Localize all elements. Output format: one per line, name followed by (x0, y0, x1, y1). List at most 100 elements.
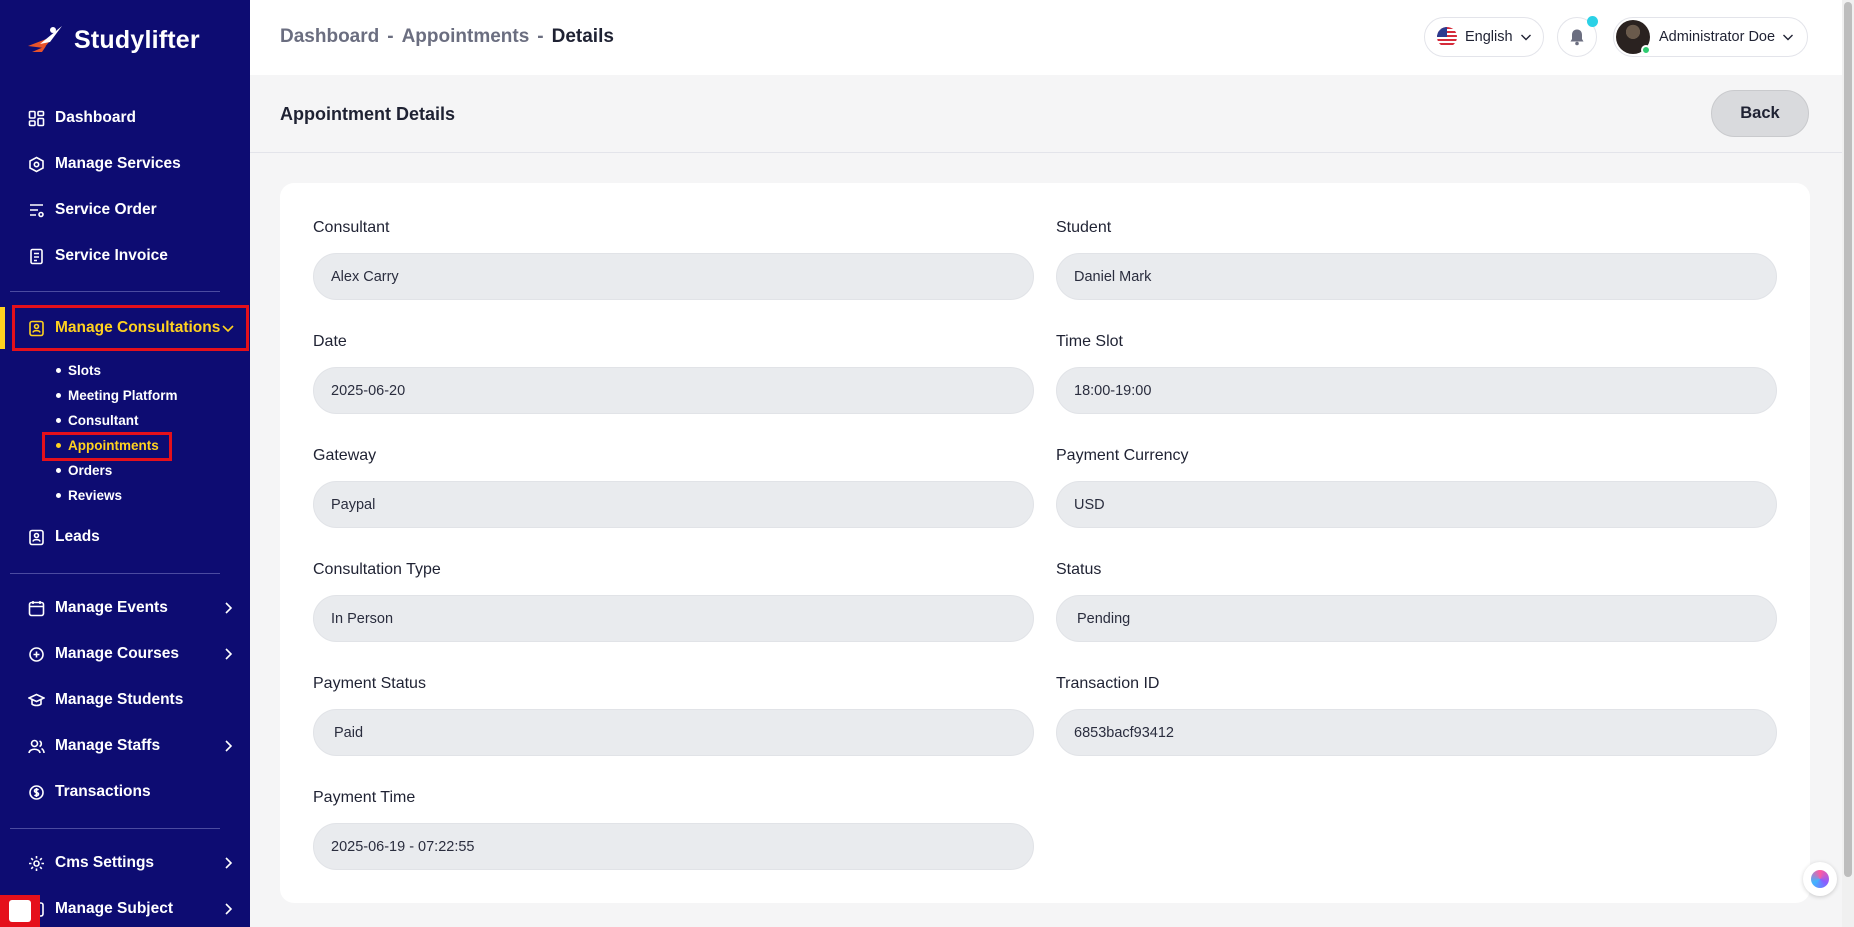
settings-icon (28, 855, 45, 872)
sidebar-item-manage-students[interactable]: Manage Students (0, 680, 250, 720)
sidebar-item-label: Manage Services (55, 155, 181, 172)
sidebar-item-manage-staffs[interactable]: Manage Staffs (0, 726, 250, 766)
sidebar-item-leads[interactable]: Leads (0, 517, 250, 557)
consultation-type-field: Consultation Type In Person (313, 561, 1034, 642)
sidebar-item-label: Manage Students (55, 691, 184, 708)
field-label: Consultation Type (313, 561, 441, 578)
debug-bar-icon[interactable] (0, 895, 40, 927)
sidebar-item-manage-services[interactable]: Manage Services (0, 144, 250, 184)
sidebar-item-label: Manage Subject (55, 900, 173, 917)
field-label: Time Slot (1056, 333, 1123, 350)
payment-time-field: Payment Time 2025-06-19 - 07:22:55 (313, 789, 1034, 870)
chevron-right-icon (225, 903, 233, 915)
consultant-input[interactable]: Alex Carry (313, 253, 1034, 300)
chevron-right-icon (225, 740, 233, 752)
breadcrumb-dashboard[interactable]: Dashboard (280, 26, 379, 48)
brand[interactable]: Studylifter (24, 22, 200, 58)
field-label: Payment Currency (1056, 447, 1189, 464)
user-menu[interactable]: Administrator Doe (1613, 17, 1808, 57)
sidebar-item-label: Manage Staffs (55, 737, 161, 754)
transaction-id-input[interactable]: 6853bacf93412 (1056, 709, 1777, 756)
order-icon (28, 202, 45, 219)
chevron-down-icon (1521, 34, 1531, 41)
transactions-icon (28, 784, 45, 801)
sidebar-item-label: Service Invoice (55, 247, 168, 264)
leads-icon (28, 529, 45, 546)
field-label: Gateway (313, 447, 377, 464)
transaction-id-field: Transaction ID 6853bacf93412 (1056, 675, 1777, 756)
subitem-label: Consultant (68, 412, 139, 428)
assistant-launcher-button[interactable] (1803, 862, 1837, 896)
field-label: Student (1056, 219, 1112, 236)
invoice-icon (28, 248, 45, 265)
sidebar-item-transactions[interactable]: Transactions (0, 772, 250, 812)
subitem-label: Slots (68, 362, 102, 378)
date-input[interactable]: 2025-06-20 (313, 367, 1034, 414)
notifications-button[interactable] (1557, 16, 1598, 57)
language-selector[interactable]: English (1424, 17, 1544, 57)
payment-status-input[interactable]: Paid (313, 709, 1034, 756)
sidebar-item-label: Manage Events (55, 599, 168, 616)
top-header: Dashboard - Appointments - Details Engli… (250, 0, 1842, 75)
status-input[interactable]: Pending (1056, 595, 1777, 642)
breadcrumb-details: Details (551, 26, 614, 47)
field-label: Payment Time (313, 789, 416, 806)
page-scrollbar[interactable] (1842, 0, 1854, 927)
chevron-right-icon (225, 602, 233, 614)
back-button[interactable]: Back (1711, 90, 1809, 137)
date-field: Date 2025-06-20 (313, 333, 1034, 414)
scrollbar-thumb[interactable] (1844, 2, 1852, 877)
dashboard-icon (28, 110, 45, 127)
payment-currency-input[interactable]: USD (1056, 481, 1777, 528)
field-label: Transaction ID (1056, 675, 1160, 692)
avatar (1616, 20, 1651, 55)
sidebar-item-label: Manage Courses (55, 645, 180, 662)
bullet-icon (56, 392, 61, 398)
student-input[interactable]: Daniel Mark (1056, 253, 1777, 300)
breadcrumb-appointments[interactable]: Appointments (402, 26, 530, 48)
gateway-input[interactable]: Paypal (313, 481, 1034, 528)
payment-time-input[interactable]: 2025-06-19 - 07:22:55 (313, 823, 1034, 870)
bullet-icon (56, 492, 61, 498)
subitem-label: Reviews (68, 487, 123, 503)
status-field: Status Pending (1056, 561, 1777, 642)
highlight-box-appointments (42, 432, 172, 461)
sidebar-item-manage-courses[interactable]: Manage Courses (0, 634, 250, 674)
calendar-icon (28, 600, 45, 617)
sidebar-item-label: Cms Settings (55, 854, 155, 871)
sidebar-item-label: Dashboard (55, 109, 136, 126)
sidebar-subitem-orders[interactable]: Orders (56, 460, 112, 480)
time-slot-input[interactable]: 18:00-19:00 (1056, 367, 1777, 414)
field-label: Payment Status (313, 675, 426, 692)
assistant-icon (1811, 870, 1829, 888)
consultant-field: Consultant Alex Carry (313, 219, 1034, 300)
subitem-label: Meeting Platform (68, 387, 178, 403)
breadcrumb-separator: - (387, 26, 394, 47)
sidebar-item-service-invoice[interactable]: Service Invoice (0, 236, 250, 276)
chevron-right-icon (225, 857, 233, 869)
sidebar-subitem-consultant[interactable]: Consultant (56, 410, 139, 430)
appointment-details-card: Consultant Alex Carry Student Daniel Mar… (280, 183, 1810, 903)
courses-icon (28, 646, 45, 663)
sidebar: Studylifter Dashboard Manage Services Se… (0, 0, 250, 927)
sidebar-item-cms-settings[interactable]: Cms Settings (0, 843, 250, 883)
gateway-field: Gateway Paypal (313, 447, 1034, 528)
bullet-icon (56, 367, 61, 373)
sidebar-divider (10, 573, 220, 574)
sidebar-subitem-reviews[interactable]: Reviews (56, 485, 122, 505)
brand-logo-icon (28, 26, 62, 52)
highlight-box-manage-consultations (12, 305, 249, 351)
sidebar-item-service-order[interactable]: Service Order (0, 190, 250, 230)
sidebar-item-label: Transactions (55, 783, 151, 800)
bullet-icon (56, 417, 61, 423)
sidebar-item-manage-events[interactable]: Manage Events (0, 588, 250, 628)
sidebar-item-dashboard[interactable]: Dashboard (0, 98, 250, 138)
chevron-right-icon (225, 648, 233, 660)
field-label: Consultant (313, 219, 390, 236)
sidebar-divider (10, 291, 220, 292)
user-name: Administrator Doe (1659, 29, 1776, 45)
page-title-bar: Appointment Details Back (250, 75, 1842, 153)
consultation-type-input[interactable]: In Person (313, 595, 1034, 642)
sidebar-subitem-slots[interactable]: Slots (56, 360, 101, 380)
sidebar-subitem-meeting-platform[interactable]: Meeting Platform (56, 385, 178, 405)
